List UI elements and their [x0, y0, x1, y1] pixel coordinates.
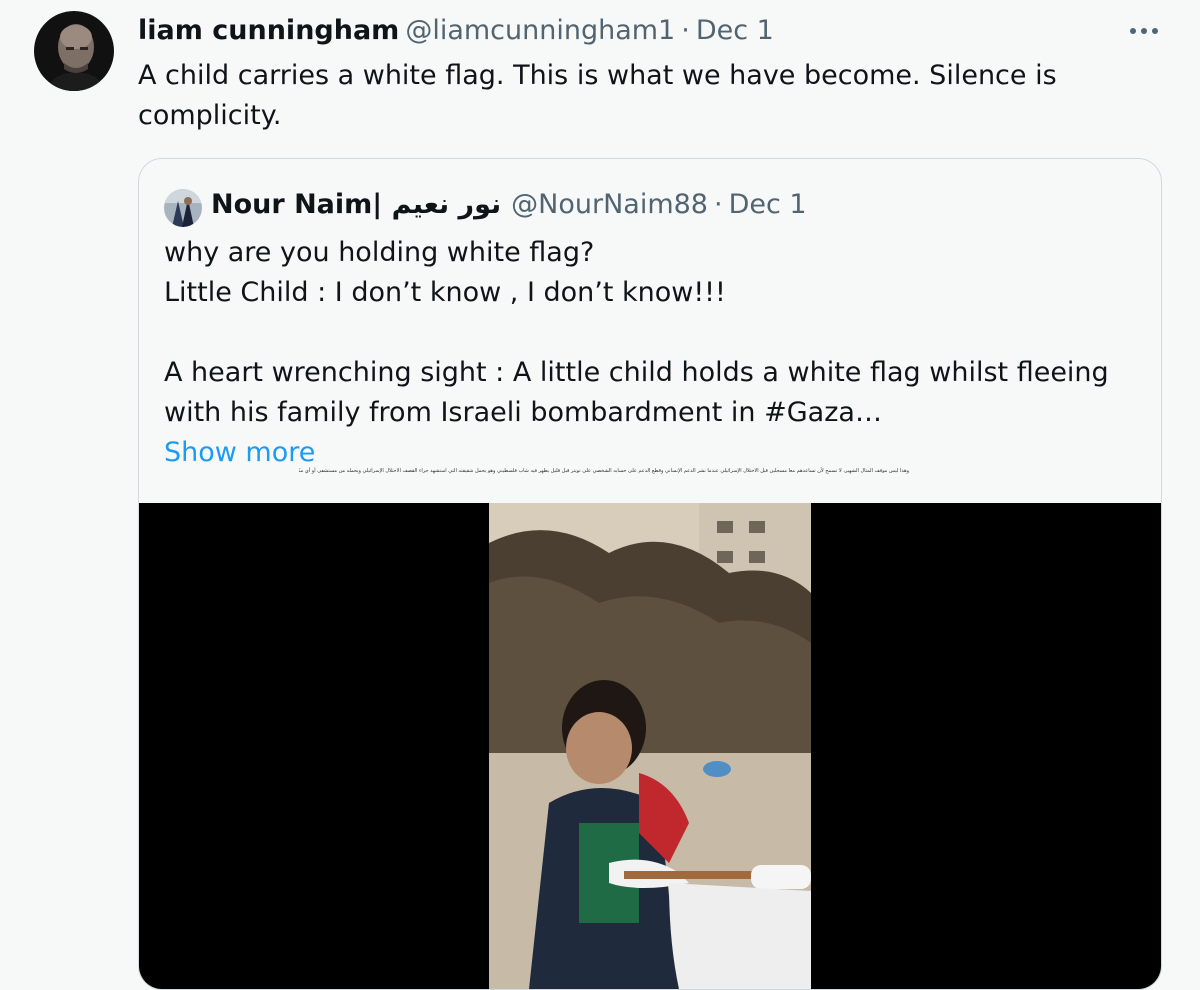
quote-text: why are you holding white flag? Little C…: [164, 233, 1124, 433]
author-name[interactable]: liam cunningham: [138, 15, 399, 46]
quote-header: Nour Naim| نور نعيم @NourNaim88 · Dec 1: [211, 187, 807, 223]
quote-line: A heart wrenching sight : A little child…: [164, 357, 1109, 388]
arabic-caption: وهذا ليس موقف المثال الشهير، لا تسمح لأن…: [299, 468, 909, 474]
separator-dot: ·: [714, 189, 723, 220]
quote-avatar-photo: [164, 189, 202, 227]
quote-author-avatar[interactable]: [164, 189, 202, 227]
video-player[interactable]: [139, 503, 1161, 989]
tweet-text: A child carries a white flag. This is wh…: [138, 60, 1057, 131]
quote-line: why are you holding white flag?: [164, 237, 595, 268]
quote-line: [164, 313, 1124, 353]
quote-line: with his family from Israeli bombardment…: [164, 397, 882, 428]
quote-author-name[interactable]: Nour Naim| نور نعيم: [211, 189, 501, 220]
tweet-header: liam cunningham @liamcunningham1 · Dec 1: [138, 13, 774, 49]
video-thumbnail: [489, 503, 811, 989]
quote-author-handle[interactable]: @NourNaim88: [511, 189, 708, 220]
quote-date[interactable]: Dec 1: [729, 189, 807, 220]
tweet-date[interactable]: Dec 1: [696, 15, 774, 46]
video-frame[interactable]: [489, 503, 811, 989]
quoted-tweet[interactable]: Nour Naim| نور نعيم @NourNaim88 · Dec 1 why…: [138, 158, 1162, 990]
show-more-link[interactable]: Show more: [164, 433, 315, 473]
author-avatar[interactable]: [34, 11, 114, 91]
author-handle[interactable]: @liamcunningham1: [405, 15, 675, 46]
tweet[interactable]: liam cunningham @liamcunningham1 · Dec 1 A …: [0, 0, 1200, 990]
author-avatar-photo: [34, 11, 114, 91]
quote-line: Little Child : I don’t know , I don’t kn…: [164, 277, 726, 308]
more-horizontal-icon[interactable]: [1122, 16, 1166, 46]
separator-dot: ·: [681, 15, 690, 46]
